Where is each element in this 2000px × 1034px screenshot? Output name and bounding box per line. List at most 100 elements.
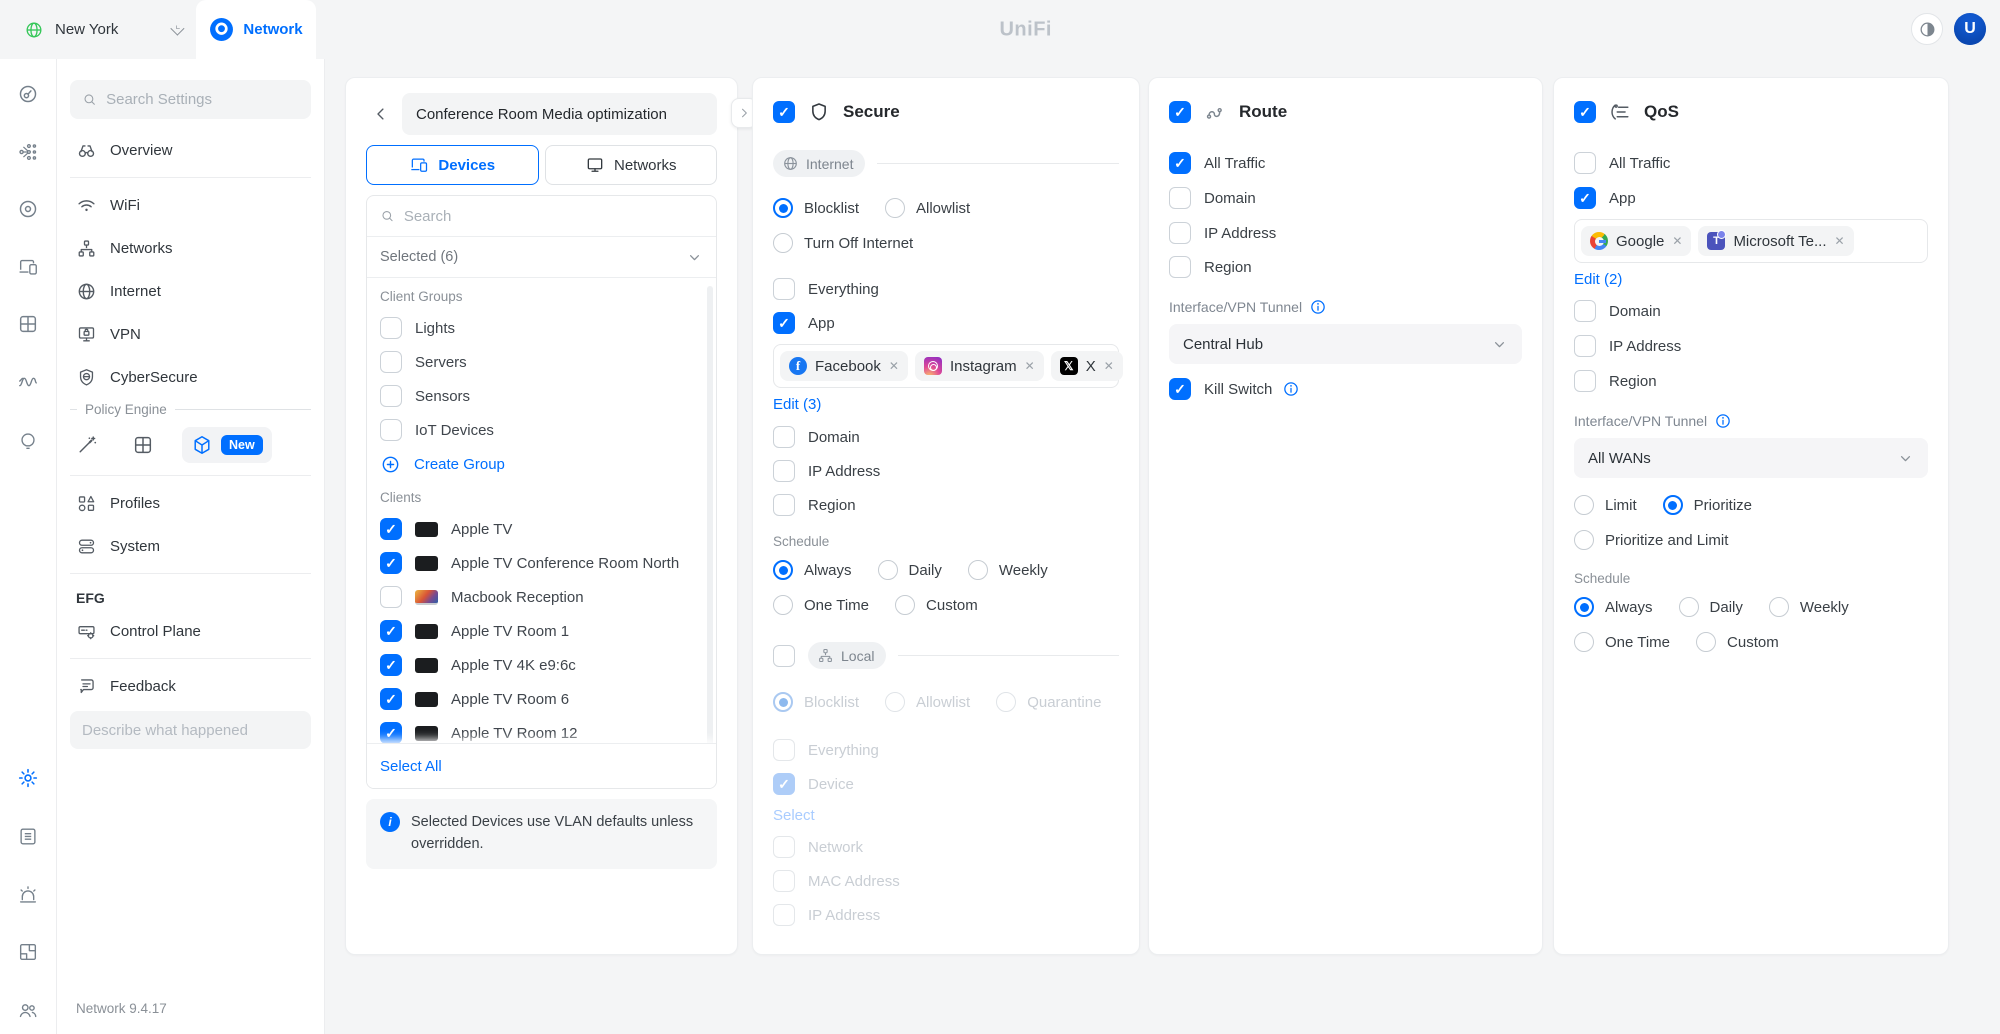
client-row[interactable]: Apple TV xyxy=(380,512,703,546)
sidebar-item-control-plane[interactable]: Control Plane xyxy=(70,614,311,648)
tab-devices[interactable]: Devices xyxy=(366,145,539,185)
radio-always[interactable]: Always xyxy=(1574,597,1653,617)
remove-tag-icon[interactable] xyxy=(1835,234,1845,248)
remove-tag-icon[interactable] xyxy=(1672,234,1682,248)
device-scroll-area[interactable]: Client Groups Lights Servers Sensors IoT… xyxy=(367,278,716,745)
checkbox[interactable] xyxy=(1169,187,1191,209)
checkbox[interactable] xyxy=(1169,256,1191,278)
checkbox[interactable] xyxy=(1574,187,1596,209)
radio-weekly[interactable]: Weekly xyxy=(968,560,1048,580)
checkbox[interactable] xyxy=(1574,370,1596,392)
radio[interactable] xyxy=(1574,495,1594,515)
sidebar-item-internet[interactable]: Internet xyxy=(70,274,311,308)
client-row[interactable]: Apple TV Room 1 xyxy=(380,614,703,648)
sidebar-item-networks[interactable]: Networks xyxy=(70,231,311,265)
group-row[interactable]: Servers xyxy=(380,345,703,379)
client-row[interactable]: Apple TV 4K e9:6c xyxy=(380,648,703,682)
checkbox[interactable] xyxy=(380,654,402,676)
checkbox[interactable] xyxy=(773,460,795,482)
admins-icon[interactable] xyxy=(17,999,39,1021)
checkbox-all-traffic[interactable]: All Traffic xyxy=(1169,152,1522,174)
site-switcher[interactable]: New York xyxy=(24,0,181,59)
checkbox-ip-address[interactable]: IP Address xyxy=(1574,335,1928,357)
radio-turn-off-internet[interactable]: Turn Off Internet xyxy=(773,232,1119,254)
radio[interactable] xyxy=(1769,597,1789,617)
checkbox-app[interactable]: App xyxy=(1574,187,1928,209)
topology-icon[interactable] xyxy=(17,141,39,163)
remove-tag-icon[interactable] xyxy=(1104,359,1114,373)
sidebar-item-overview[interactable]: Overview xyxy=(70,133,311,167)
checkbox[interactable] xyxy=(380,552,402,574)
device-search-input[interactable] xyxy=(404,208,703,225)
remove-tag-icon[interactable] xyxy=(1025,359,1035,373)
radio[interactable] xyxy=(895,595,915,615)
checkbox-kill-switch[interactable]: Kill Switch xyxy=(1169,378,1522,400)
client-row[interactable]: Apple TV Conference Room North xyxy=(380,546,703,580)
magic-wand-icon[interactable] xyxy=(76,434,98,456)
local-enable-checkbox[interactable] xyxy=(773,645,795,667)
radio[interactable] xyxy=(1663,495,1683,515)
edit-apps-link[interactable]: Edit (2) xyxy=(1574,271,1622,288)
radio[interactable] xyxy=(773,233,793,253)
route-enable-checkbox[interactable] xyxy=(1169,101,1191,123)
checkbox-everything[interactable]: Everything xyxy=(773,278,1119,300)
device-search[interactable] xyxy=(367,196,716,237)
user-avatar[interactable]: U xyxy=(1954,13,1986,45)
secure-enable-checkbox[interactable] xyxy=(773,101,795,123)
select-all-link[interactable]: Select All xyxy=(380,758,442,775)
checkbox-region[interactable]: Region xyxy=(1169,256,1522,278)
checkbox[interactable] xyxy=(380,518,402,540)
info-icon[interactable] xyxy=(1714,412,1732,430)
insights-icon[interactable] xyxy=(17,429,39,451)
checkbox[interactable] xyxy=(773,426,795,448)
checkbox[interactable] xyxy=(773,312,795,334)
checkbox[interactable] xyxy=(380,419,402,441)
tab-network-app[interactable]: Network xyxy=(196,0,316,59)
radio[interactable] xyxy=(1574,530,1594,550)
dashboard-icon[interactable] xyxy=(17,83,39,105)
settings-search-input[interactable] xyxy=(106,91,299,108)
checkbox-ip-address[interactable]: IP Address xyxy=(1169,222,1522,244)
info-icon[interactable] xyxy=(1309,298,1327,316)
policy-grid-icon[interactable] xyxy=(132,434,154,456)
checkbox[interactable] xyxy=(380,688,402,710)
selected-collapse-row[interactable]: Selected (6) xyxy=(367,237,716,278)
list-scrollbar[interactable] xyxy=(707,286,713,751)
radio[interactable] xyxy=(1696,632,1716,652)
policy-title-input[interactable] xyxy=(402,93,717,135)
system-log-icon[interactable] xyxy=(17,825,39,847)
tab-networks[interactable]: Networks xyxy=(545,145,718,185)
sidebar-item-wifi[interactable]: WiFi xyxy=(70,188,311,222)
sidebar-item-system[interactable]: System xyxy=(70,529,311,563)
checkbox-domain[interactable]: Domain xyxy=(1169,187,1522,209)
sidebar-item-feedback[interactable]: Feedback xyxy=(70,669,311,703)
tunnel-select[interactable]: Central Hub xyxy=(1169,324,1522,364)
checkbox-all-traffic[interactable]: All Traffic xyxy=(1574,152,1928,174)
checkbox[interactable] xyxy=(1169,222,1191,244)
checkbox-domain[interactable]: Domain xyxy=(1574,300,1928,322)
checkbox-ip-address[interactable]: IP Address xyxy=(773,460,1119,482)
radio-limit[interactable]: Limit xyxy=(1574,495,1637,515)
edit-apps-link[interactable]: Edit (3) xyxy=(773,396,821,413)
clients-icon[interactable] xyxy=(17,313,39,335)
radio-one-time[interactable]: One Time xyxy=(773,595,869,615)
group-row[interactable]: Lights xyxy=(380,311,703,345)
checkbox[interactable] xyxy=(773,278,795,300)
radio-daily[interactable]: Daily xyxy=(1679,597,1743,617)
checkbox[interactable] xyxy=(1574,335,1596,357)
checkbox-region[interactable]: Region xyxy=(1574,370,1928,392)
radio[interactable] xyxy=(878,560,898,580)
radio[interactable] xyxy=(1574,632,1594,652)
radio-daily[interactable]: Daily xyxy=(878,560,942,580)
alerts-icon[interactable] xyxy=(17,884,39,906)
radio[interactable] xyxy=(1679,597,1699,617)
radio-weekly[interactable]: Weekly xyxy=(1769,597,1849,617)
client-row[interactable]: Apple TV Room 6 xyxy=(380,682,703,716)
client-row[interactable]: Apple TV Room 12 xyxy=(380,716,703,745)
devices-icon[interactable] xyxy=(17,256,39,278)
radio-one-time[interactable]: One Time xyxy=(1574,632,1670,652)
client-row[interactable]: Macbook Reception xyxy=(380,580,703,614)
qos-enable-checkbox[interactable] xyxy=(1574,101,1596,123)
checkbox[interactable] xyxy=(380,620,402,642)
checkbox-region[interactable]: Region xyxy=(773,494,1119,516)
